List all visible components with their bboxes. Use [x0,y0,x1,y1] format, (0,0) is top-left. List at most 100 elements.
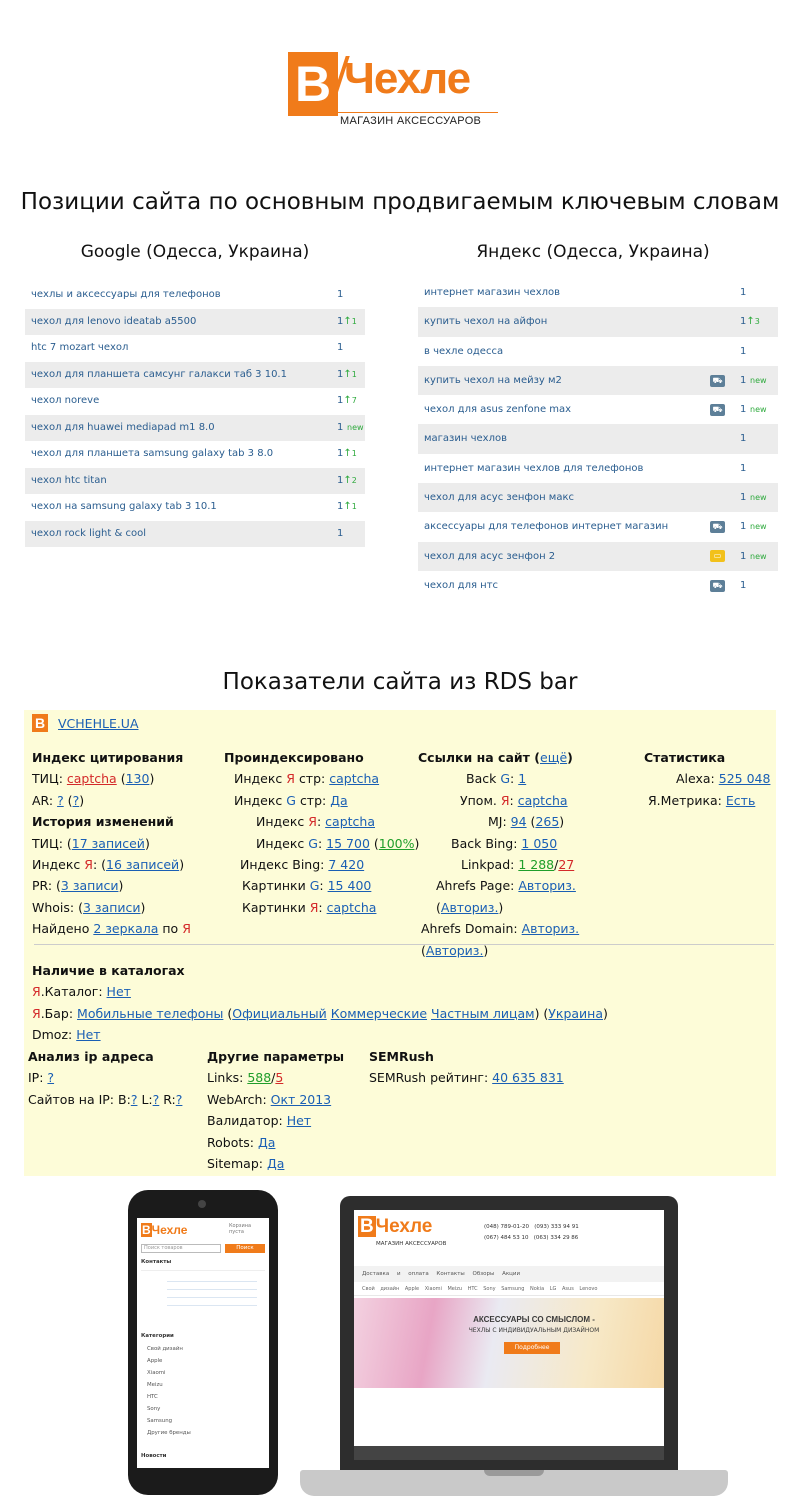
history-tic-link[interactable]: 17 записей [72,836,145,851]
rds-site-icon: B [32,714,48,732]
ip-sites-r-link[interactable]: ? [176,1092,183,1107]
back-g-row: Back G: 1 [466,771,527,787]
mentions-link[interactable]: captcha [518,793,568,808]
new-badge: new [750,375,767,385]
position-value: 1 [740,579,747,591]
keyword-text: чехол для асус зенфон макс [424,492,574,504]
laptop-banner-button: Подробнее [504,1342,560,1354]
links-link[interactable]: 588 [247,1070,271,1085]
img-g-link[interactable]: 15 400 [328,878,372,893]
yandex-heading: Яндекс (Одесса, Украина) [476,242,710,262]
cart-icon[interactable]: ⛟ [710,579,725,592]
new-badge: new [750,522,767,532]
new-badge: new [750,493,767,503]
mj-link[interactable]: 94 [511,814,527,829]
validator-link[interactable]: Нет [287,1113,311,1128]
phone-divider [141,1270,265,1271]
cart-icon[interactable]: ⛟ [710,403,725,416]
idx-g-link[interactable]: 15 700 [326,836,370,851]
metrika-link[interactable]: Есть [726,793,755,808]
links-link-2[interactable]: 5 [275,1070,283,1085]
tic-value-link[interactable]: 130 [126,771,150,786]
ip-sites-b-link[interactable]: ? [131,1092,138,1107]
phone-category-item: Samsung [147,1418,173,1424]
arrow-up-icon: ↑ [343,474,352,486]
tic-captcha-link[interactable]: captcha [67,771,117,786]
keyword-text: чехол для планшета самсунг галакси таб 3… [31,368,287,380]
validator-row: Валидатор: Нет [207,1113,312,1129]
google-keyword-row: чехол rock light & cool 1 [25,520,365,547]
mirrors-link[interactable]: 2 зеркала [93,921,158,936]
idx-g-pages-link[interactable]: Да [330,793,347,808]
ip-sites-row: Сайтов на IP: B:? L:? R:? [28,1091,183,1107]
linkpad-link[interactable]: 1 288 [518,857,554,872]
dmoz-link[interactable]: Нет [76,1027,100,1042]
backlinks-more-link[interactable]: ещё [540,750,567,765]
position-value: 1 [740,492,747,504]
robots-link[interactable]: Да [258,1135,275,1150]
alexa-link[interactable]: 525 048 [719,771,771,786]
ahrefs-page-row: Ahrefs Page: Авториз. (Авториз.) [436,878,576,915]
phone-camera [198,1200,206,1208]
yandex-keyword-row: купить чехол на мейзу м2 ⛟ 1 new [418,365,778,396]
position-value: 1 [740,521,747,533]
ya-bar-official-link[interactable]: Официальный [232,1006,326,1021]
back-bing-link[interactable]: 1 050 [521,836,557,851]
cart-icon[interactable]: ⛟ [710,374,725,387]
ahrefs-page-link-2[interactable]: Авториз. [441,900,499,915]
ip-sites-l-link[interactable]: ? [153,1092,160,1107]
brand-logo: B Чехле МАГАЗИН АКСЕССУАРОВ [288,52,528,132]
keyword-text: чехол на samsung galaxy tab 3 10.1 [31,501,217,512]
mj-link-2[interactable]: 265 [535,814,559,829]
img-ya-link[interactable]: captcha [327,900,377,915]
history-ya-link[interactable]: 16 записей [106,857,179,872]
ip-link[interactable]: ? [47,1070,54,1085]
arrow-up-icon: ↑ [746,316,755,328]
webarch-link[interactable]: Окт 2013 [271,1092,331,1107]
rds-site-link[interactable]: VCHEHLE.UA [58,713,139,734]
semrush-link[interactable]: 40 635 831 [492,1070,564,1085]
keyword-text: чехлы и аксессуары для телефонов [31,289,221,300]
yandex-positions-table: интернет магазин чехлов 1 купить чехол на … [418,278,778,600]
ya-catalog-link[interactable]: Нет [107,984,131,999]
position-change: 1 [351,502,357,511]
idx-g-percent-link[interactable]: 100% [379,836,415,851]
ar-link-2[interactable]: ? [73,793,80,808]
mirrors-row: Найдено 2 зеркала по Я [32,921,191,937]
ar-link[interactable]: ? [57,793,64,808]
google-keyword-row: htc 7 mozart чехол 1 [25,335,365,362]
linkpad-link-2[interactable]: 27 [558,857,574,872]
phone-screen: BЧехле Корзина пуста Поиск товаров Поиск… [137,1218,269,1468]
phone-category-item: Другие бренды [147,1430,191,1436]
yandex-keyword-row: чехол для асус зенфон макс 1 new [418,483,778,513]
laptop-notch [484,1470,544,1476]
citation-column: Индекс цитирования ТИЦ: captcha (130) AR… [32,747,222,940]
idx-ya-link[interactable]: captcha [325,814,375,829]
pr-row: PR: (3 записи) [32,878,124,894]
folder-icon[interactable]: ▭ [710,550,725,563]
back-g-link[interactable]: 1 [518,771,526,786]
ya-bar-category-link[interactable]: Мобильные телефоны [77,1006,223,1021]
position-value: 1 [740,462,747,474]
whois-link[interactable]: 3 записи [83,900,141,915]
ahrefs-domain-link[interactable]: Авториз. [522,921,580,936]
sitemap-link[interactable]: Да [267,1156,284,1171]
ya-bar-private-link[interactable]: Частным лицам [431,1006,535,1021]
position-change: 2 [351,475,357,485]
keyword-text: купить чехол на айфон [424,316,548,328]
position-value: 1↑1 [337,501,357,512]
keyword-text: интернет магазин чехлов для телефонов [424,462,644,474]
ahrefs-page-link[interactable]: Авториз. [518,878,576,893]
idx-bing-link[interactable]: 7 420 [328,857,364,872]
cart-icon[interactable]: ⛟ [710,521,725,534]
ahrefs-domain-row: Ahrefs Domain: Авториз. (Авториз.) [421,921,580,958]
position-value: 1 [740,374,747,386]
ya-bar-region-link[interactable]: Украина [548,1006,603,1021]
idx-g-row: Индекс G: 15 700 (100%) [256,835,420,851]
ya-bar-commercial-link[interactable]: Коммерческие [331,1006,427,1021]
other-params-section: Другие параметры Links: 588/5 WebArch: О… [207,1046,377,1174]
pr-link[interactable]: 3 записи [61,878,119,893]
idx-ya-pages-link[interactable]: captcha [329,771,379,786]
keyword-text: чехол для планшета samsung galaxy tab 3 … [31,448,274,459]
laptop-base [300,1470,728,1496]
